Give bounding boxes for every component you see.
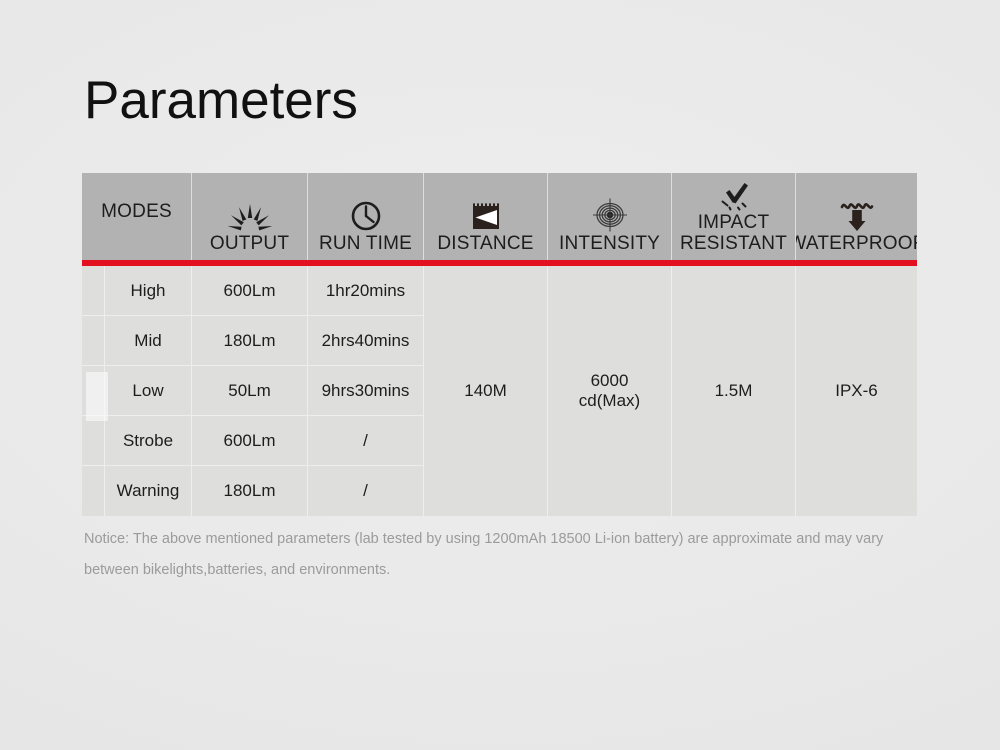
cell-run-time: / bbox=[308, 466, 424, 516]
table-header-waterproof: WATERPROOF bbox=[796, 173, 917, 260]
table-header-output-label: OUTPUT bbox=[209, 233, 290, 254]
table-row bbox=[82, 316, 105, 366]
cell-impact-resistant: 1.5M bbox=[672, 266, 796, 516]
cell-mode: Strobe bbox=[105, 416, 192, 466]
target-icon bbox=[592, 198, 628, 232]
table-column-output: 600Lm 180Lm 50Lm 600Lm 180Lm bbox=[192, 266, 308, 516]
table-header-distance: DISTANCE bbox=[424, 173, 548, 260]
parameters-table: MODES OUTPUT RUN TIME DISTANCE INTENSITY… bbox=[82, 173, 917, 516]
cell-waterproof: IPX-6 bbox=[796, 266, 917, 516]
cell-output: 600Lm bbox=[192, 266, 308, 316]
table-column-modes: High Mid Low Strobe Warning bbox=[105, 266, 192, 516]
table-spacer-column bbox=[82, 266, 105, 516]
table-column-intensity: 6000 cd(Max) bbox=[548, 266, 672, 516]
table-header-intensity-label: INTENSITY bbox=[558, 233, 661, 254]
table-column-run-time: 1hr20mins 2hrs40mins 9hrs30mins / / bbox=[308, 266, 424, 516]
cell-output: 600Lm bbox=[192, 416, 308, 466]
cell-mode: High bbox=[105, 266, 192, 316]
clock-icon bbox=[350, 198, 382, 232]
cell-run-time: 1hr20mins bbox=[308, 266, 424, 316]
water-drop-arrow-icon bbox=[838, 198, 876, 232]
sunburst-icon bbox=[227, 198, 273, 232]
table-header-run-time-label: RUN TIME bbox=[318, 233, 413, 254]
table-header-run-time: RUN TIME bbox=[308, 173, 424, 260]
table-header-modes-label: MODES bbox=[101, 201, 172, 222]
cell-mode: Mid bbox=[105, 316, 192, 366]
table-row bbox=[82, 366, 105, 416]
table-column-waterproof: IPX-6 bbox=[796, 266, 917, 516]
table-column-impact-resistant: 1.5M bbox=[672, 266, 796, 516]
table-header-row: MODES OUTPUT RUN TIME DISTANCE INTENSITY… bbox=[82, 173, 917, 260]
cell-intensity: 6000 cd(Max) bbox=[548, 266, 672, 516]
table-body: High Mid Low Strobe Warning 600Lm 180Lm … bbox=[82, 266, 917, 516]
notice-text: Notice: The above mentioned parameters (… bbox=[84, 531, 884, 578]
table-header-modes: MODES bbox=[82, 173, 192, 260]
table-header-output: OUTPUT bbox=[192, 173, 308, 260]
table-header-waterproof-label: WATERPROOF bbox=[796, 233, 917, 254]
impact-icon bbox=[716, 177, 752, 211]
table-header-impact-resistant: IMPACT RESISTANT bbox=[672, 173, 796, 260]
cell-mode: Low bbox=[105, 366, 192, 416]
page-title: Parameters bbox=[84, 71, 358, 130]
table-header-impact-resistant-label: IMPACT RESISTANT bbox=[679, 212, 787, 254]
cell-run-time: 2hrs40mins bbox=[308, 316, 424, 366]
table-column-distance: 140M bbox=[424, 266, 548, 516]
table-header-intensity: INTENSITY bbox=[548, 173, 672, 260]
cell-output: 50Lm bbox=[192, 366, 308, 416]
cell-output: 180Lm bbox=[192, 466, 308, 516]
table-header-distance-label: DISTANCE bbox=[437, 233, 534, 254]
cell-run-time: / bbox=[308, 416, 424, 466]
cell-mode: Warning bbox=[105, 466, 192, 516]
beam-distance-icon bbox=[470, 198, 502, 232]
cell-run-time: 9hrs30mins bbox=[308, 366, 424, 416]
table-row bbox=[82, 266, 105, 316]
cell-output: 180Lm bbox=[192, 316, 308, 366]
table-row bbox=[82, 466, 105, 516]
cell-distance: 140M bbox=[424, 266, 548, 516]
table-row bbox=[82, 416, 105, 466]
